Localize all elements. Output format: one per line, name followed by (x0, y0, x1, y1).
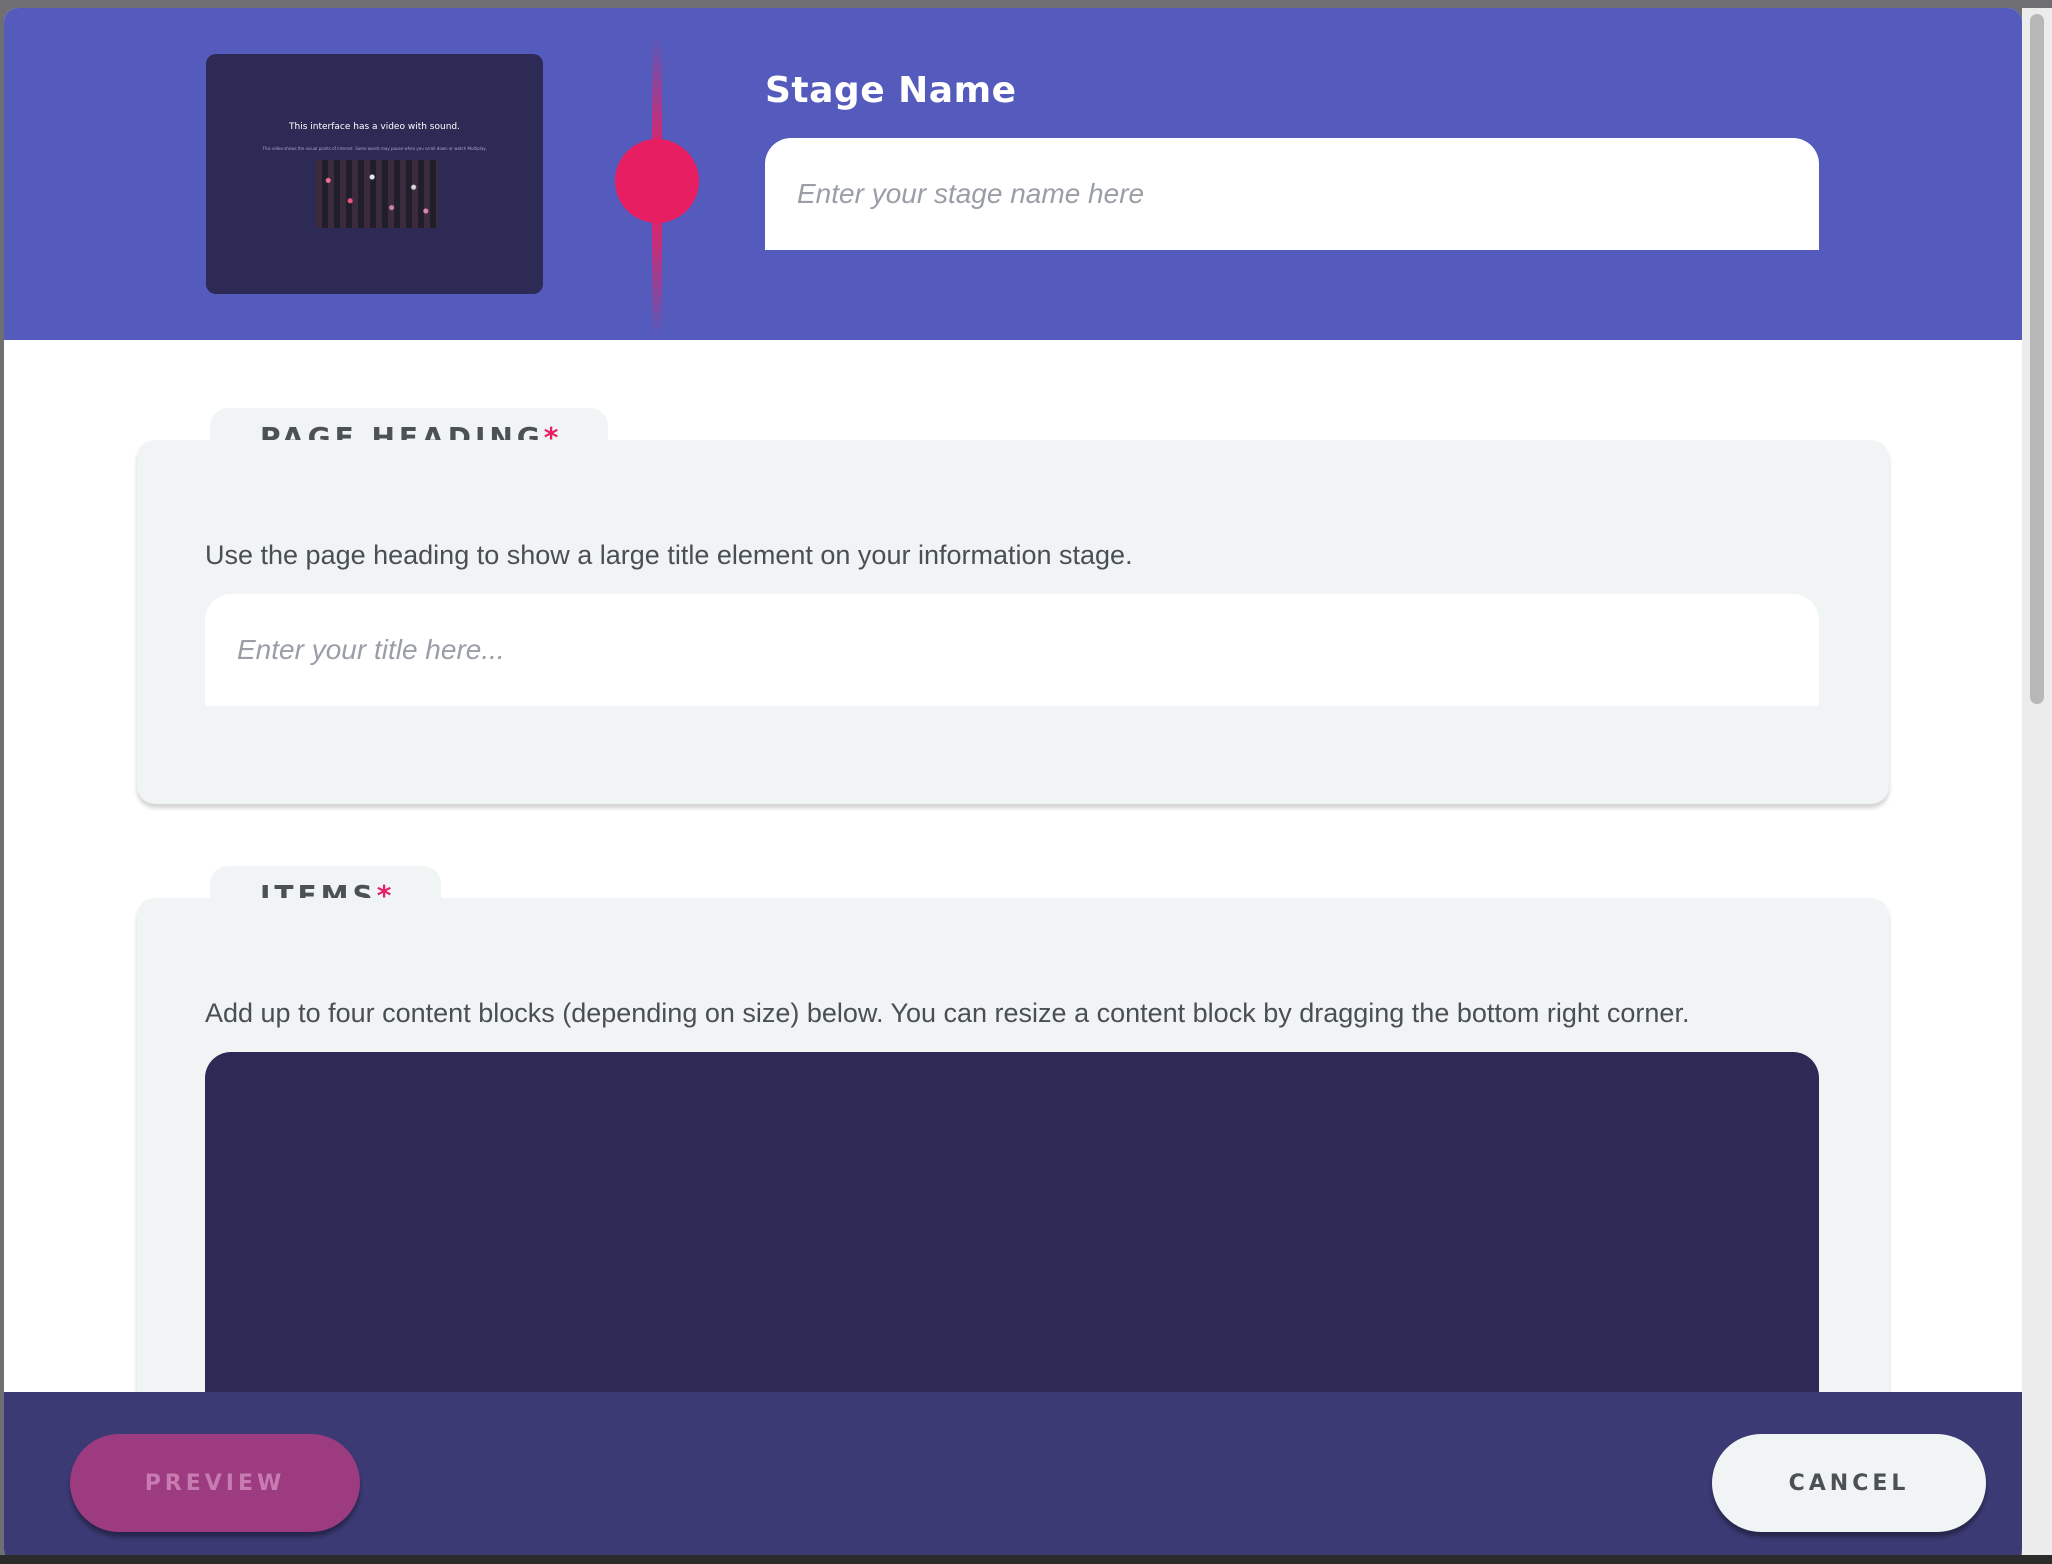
page-heading-description: Use the page heading to show a large tit… (205, 540, 1133, 570)
cancel-button[interactable]: CANCEL (1712, 1434, 1986, 1532)
stage-header: This interface has a video with sound. T… (4, 8, 2022, 340)
preview-button[interactable]: PREVIEW (70, 1434, 360, 1532)
thumbnail-subtitle: This video shows the visual points of in… (262, 146, 487, 151)
page-title-input[interactable] (205, 594, 1819, 706)
stage-name-label: Stage Name (765, 70, 1017, 111)
thumbnail-title: This interface has a video with sound. (289, 122, 460, 132)
page-heading-section: Use the page heading to show a large tit… (137, 440, 1889, 804)
items-description: Add up to four content blocks (depending… (205, 998, 1690, 1028)
window-bottom-edge (0, 1555, 2052, 1564)
stage-connector-dot (615, 139, 699, 223)
thumbnail-video-preview (316, 160, 438, 228)
stage-thumbnail[interactable]: This interface has a video with sound. T… (206, 54, 543, 294)
modal-footer: PREVIEW CANCEL (4, 1392, 2022, 1563)
stage-name-input[interactable] (765, 138, 1819, 250)
stage-editor-modal: This interface has a video with sound. T… (4, 8, 2022, 1563)
scrollbar-thumb[interactable] (2030, 14, 2044, 704)
